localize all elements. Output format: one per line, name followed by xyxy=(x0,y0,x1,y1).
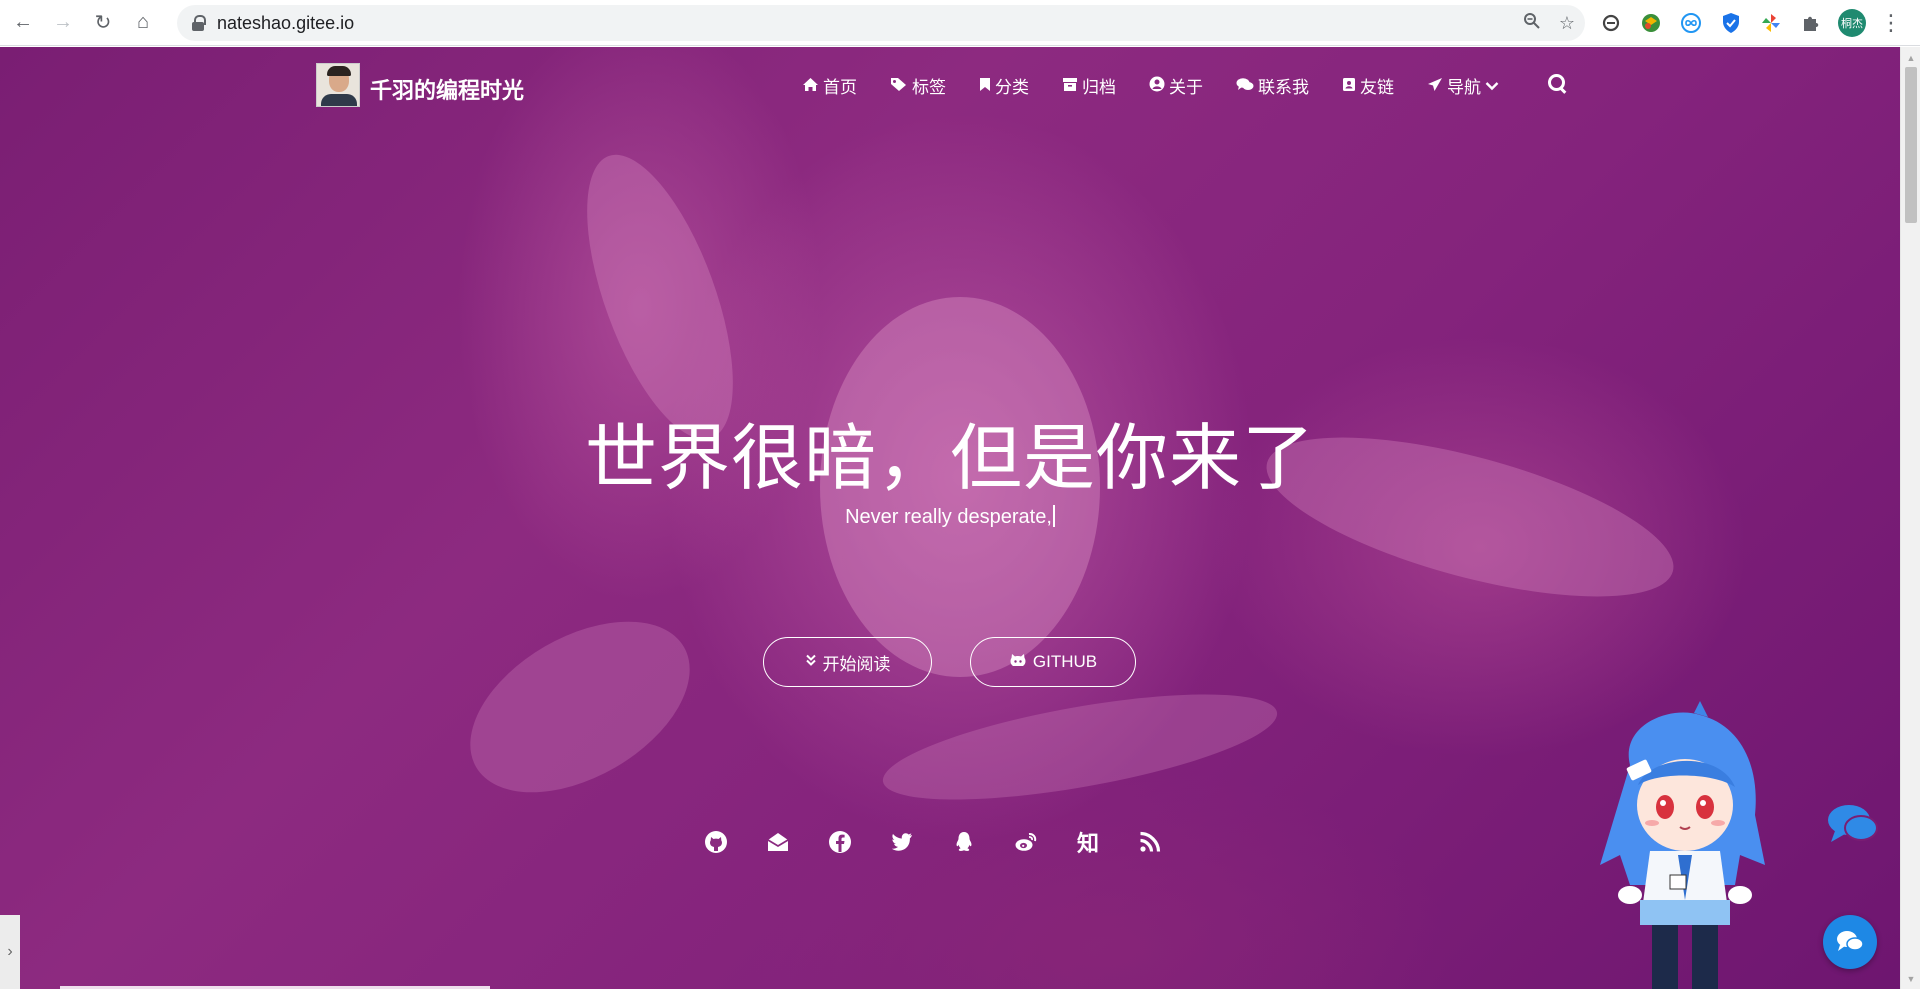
rss-icon[interactable] xyxy=(1134,826,1166,858)
scroll-down-icon[interactable]: ▼ xyxy=(1901,970,1920,987)
github-octocat-icon xyxy=(1009,652,1027,673)
sidebar-toggle[interactable]: › xyxy=(0,915,20,989)
nav-guide-dropdown[interactable]: 导航 xyxy=(1427,73,1499,98)
nav-contact-label: 联系我 xyxy=(1258,78,1309,97)
nav-home-label: 首页 xyxy=(823,78,857,97)
start-reading-label: 开始阅读 xyxy=(822,654,891,674)
zhihu-icon[interactable]: 知 xyxy=(1072,826,1104,858)
github-button[interactable]: GITHUB xyxy=(970,637,1136,687)
nav-guide-label: 导航 xyxy=(1447,78,1481,97)
comments-icon xyxy=(1236,77,1254,95)
comment-bubble-icon[interactable] xyxy=(1825,802,1879,846)
nav-tags-label: 标签 xyxy=(912,78,946,97)
nav-archive-label: 归档 xyxy=(1082,78,1116,97)
nav-archive[interactable]: 归档 xyxy=(1062,73,1116,98)
chat-widget-button[interactable] xyxy=(1823,915,1877,969)
envelope-icon[interactable] xyxy=(762,826,794,858)
lock-icon xyxy=(191,15,206,31)
user-circle-icon xyxy=(1149,76,1165,95)
address-bar[interactable]: nateshao.gitee.io ☆ xyxy=(177,5,1585,41)
bookmark-icon xyxy=(979,77,991,95)
map-extension-icon[interactable] xyxy=(1638,10,1664,36)
bookmark-star-icon[interactable]: ☆ xyxy=(1559,13,1575,34)
nav-categories-label: 分类 xyxy=(995,78,1029,97)
search-icon[interactable] xyxy=(1547,73,1567,93)
browser-toolbar: ← → ↻ ⌂ nateshao.gitee.io ☆ 桐杰 ⋮ xyxy=(0,0,1920,46)
nav-contact[interactable]: 联系我 xyxy=(1236,73,1309,98)
nav-tags[interactable]: 标签 xyxy=(890,73,946,98)
github-button-label: GITHUB xyxy=(1032,652,1098,671)
typing-cursor xyxy=(1052,505,1055,527)
home-icon xyxy=(802,77,819,95)
social-links: 知 xyxy=(700,826,1166,858)
nav-about-label: 关于 xyxy=(1169,78,1203,97)
tags-icon xyxy=(890,77,908,95)
sync-icon[interactable] xyxy=(1598,10,1624,36)
zoom-icon[interactable] xyxy=(1523,12,1541,35)
forward-icon[interactable]: → xyxy=(46,6,80,40)
main-nav: 首页 标签 分类 归档 关于 联系我 友链 导航 xyxy=(802,73,1499,98)
angle-double-down-icon xyxy=(805,652,817,672)
nav-friends[interactable]: 友链 xyxy=(1342,73,1394,98)
typed-text: Never really desperate, xyxy=(845,506,1052,528)
page-viewport: 千羽的编程时光 首页 标签 分类 归档 关于 联系我 友链 导航 世界很暗，但是… xyxy=(0,47,1900,989)
url-text[interactable]: nateshao.gitee.io xyxy=(217,13,354,34)
scroll-thumb[interactable] xyxy=(1905,67,1917,223)
archive-icon xyxy=(1062,77,1078,95)
twitter-icon[interactable] xyxy=(886,826,918,858)
paper-plane-icon xyxy=(1427,77,1443,95)
chat-icon xyxy=(1837,931,1864,951)
site-title[interactable]: 千羽的编程时光 xyxy=(370,73,524,105)
scroll-up-icon[interactable]: ▲ xyxy=(1901,49,1920,66)
weibo-icon[interactable] xyxy=(1010,826,1042,858)
profile-avatar[interactable]: 桐杰 xyxy=(1838,9,1866,37)
infinity-extension-icon[interactable] xyxy=(1678,10,1704,36)
shield-extension-icon[interactable] xyxy=(1718,10,1744,36)
pinwheel-extension-icon[interactable] xyxy=(1758,10,1784,36)
live2d-mascot[interactable] xyxy=(1590,695,1780,989)
reload-icon[interactable]: ↻ xyxy=(86,6,120,40)
hero-subtitle: Never really desperate, xyxy=(0,505,1900,529)
chevron-down-icon xyxy=(1485,76,1499,96)
hero-title: 世界很暗，但是你来了 xyxy=(584,416,1315,500)
github-icon[interactable] xyxy=(700,826,732,858)
qq-icon[interactable] xyxy=(948,826,980,858)
browser-menu-icon[interactable]: ⋮ xyxy=(1880,10,1902,36)
nav-categories[interactable]: 分类 xyxy=(979,73,1029,98)
nav-home[interactable]: 首页 xyxy=(802,73,857,98)
address-book-icon xyxy=(1342,77,1356,95)
home-button-icon[interactable]: ⌂ xyxy=(126,6,160,40)
page-scrollbar[interactable]: ▲ ▼ xyxy=(1900,47,1920,989)
site-logo-avatar[interactable] xyxy=(316,63,360,107)
nav-friends-label: 友链 xyxy=(1360,78,1394,97)
chevron-right-icon: › xyxy=(7,943,13,960)
puzzle-extensions-icon[interactable] xyxy=(1798,10,1824,36)
nav-about[interactable]: 关于 xyxy=(1149,73,1203,98)
start-reading-button[interactable]: 开始阅读 xyxy=(763,637,932,687)
facebook-icon[interactable] xyxy=(824,826,856,858)
site-header: 千羽的编程时光 首页 标签 分类 归档 关于 联系我 友链 导航 xyxy=(0,47,1900,127)
back-icon[interactable]: ← xyxy=(6,6,40,40)
